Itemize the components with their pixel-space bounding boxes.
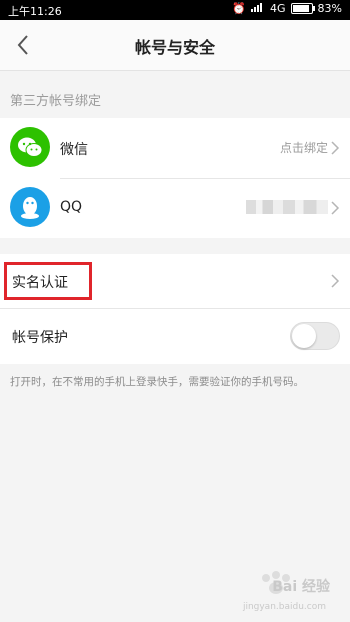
wechat-icon	[10, 127, 50, 167]
masked-account-name	[246, 200, 328, 214]
signal-icon	[251, 2, 265, 15]
list-item-wechat[interactable]: 微信 点击绑定	[0, 118, 350, 178]
section-label-third-party: 第三方帐号绑定	[10, 94, 102, 109]
third-party-list: 微信 点击绑定 QQ	[0, 118, 350, 238]
battery-icon	[290, 3, 315, 14]
status-bar: 上午11:26 ⏰ 4G 83%	[0, 0, 350, 20]
protection-hint: 打开时，在不常用的手机上登录快手，需要验证你的手机号码。	[10, 376, 304, 388]
status-right-group: ⏰ 4G 83%	[232, 2, 342, 15]
watermark-text: Bai 经验	[272, 579, 330, 595]
chevron-right-icon	[331, 141, 340, 155]
battery-percent: 83%	[317, 2, 342, 15]
watermark-url: jingyan.baidu.com	[242, 602, 326, 612]
list-item-real-name[interactable]: 实名认证	[0, 254, 350, 308]
qq-icon	[10, 187, 50, 227]
alarm-icon: ⏰	[232, 2, 247, 15]
list-item-account-protection: 帐号保护	[0, 309, 350, 363]
header-bar: 帐号与安全	[0, 20, 350, 71]
qq-label: QQ	[60, 199, 83, 215]
toggle-knob	[292, 324, 316, 348]
network-type: 4G	[270, 2, 286, 15]
chevron-right-icon	[331, 274, 340, 288]
list-item-qq[interactable]: QQ	[0, 178, 350, 238]
chevron-right-icon	[331, 201, 340, 215]
wechat-bind-status: 点击绑定	[279, 141, 328, 155]
security-list: 实名认证 帐号保护	[0, 254, 350, 364]
account-protection-toggle[interactable]	[290, 322, 340, 350]
status-time: 上午11:26	[8, 5, 62, 18]
highlight-box	[4, 262, 92, 300]
account-protection-label: 帐号保护	[12, 330, 68, 346]
wechat-label: 微信	[60, 142, 88, 158]
page-title: 帐号与安全	[134, 38, 215, 57]
